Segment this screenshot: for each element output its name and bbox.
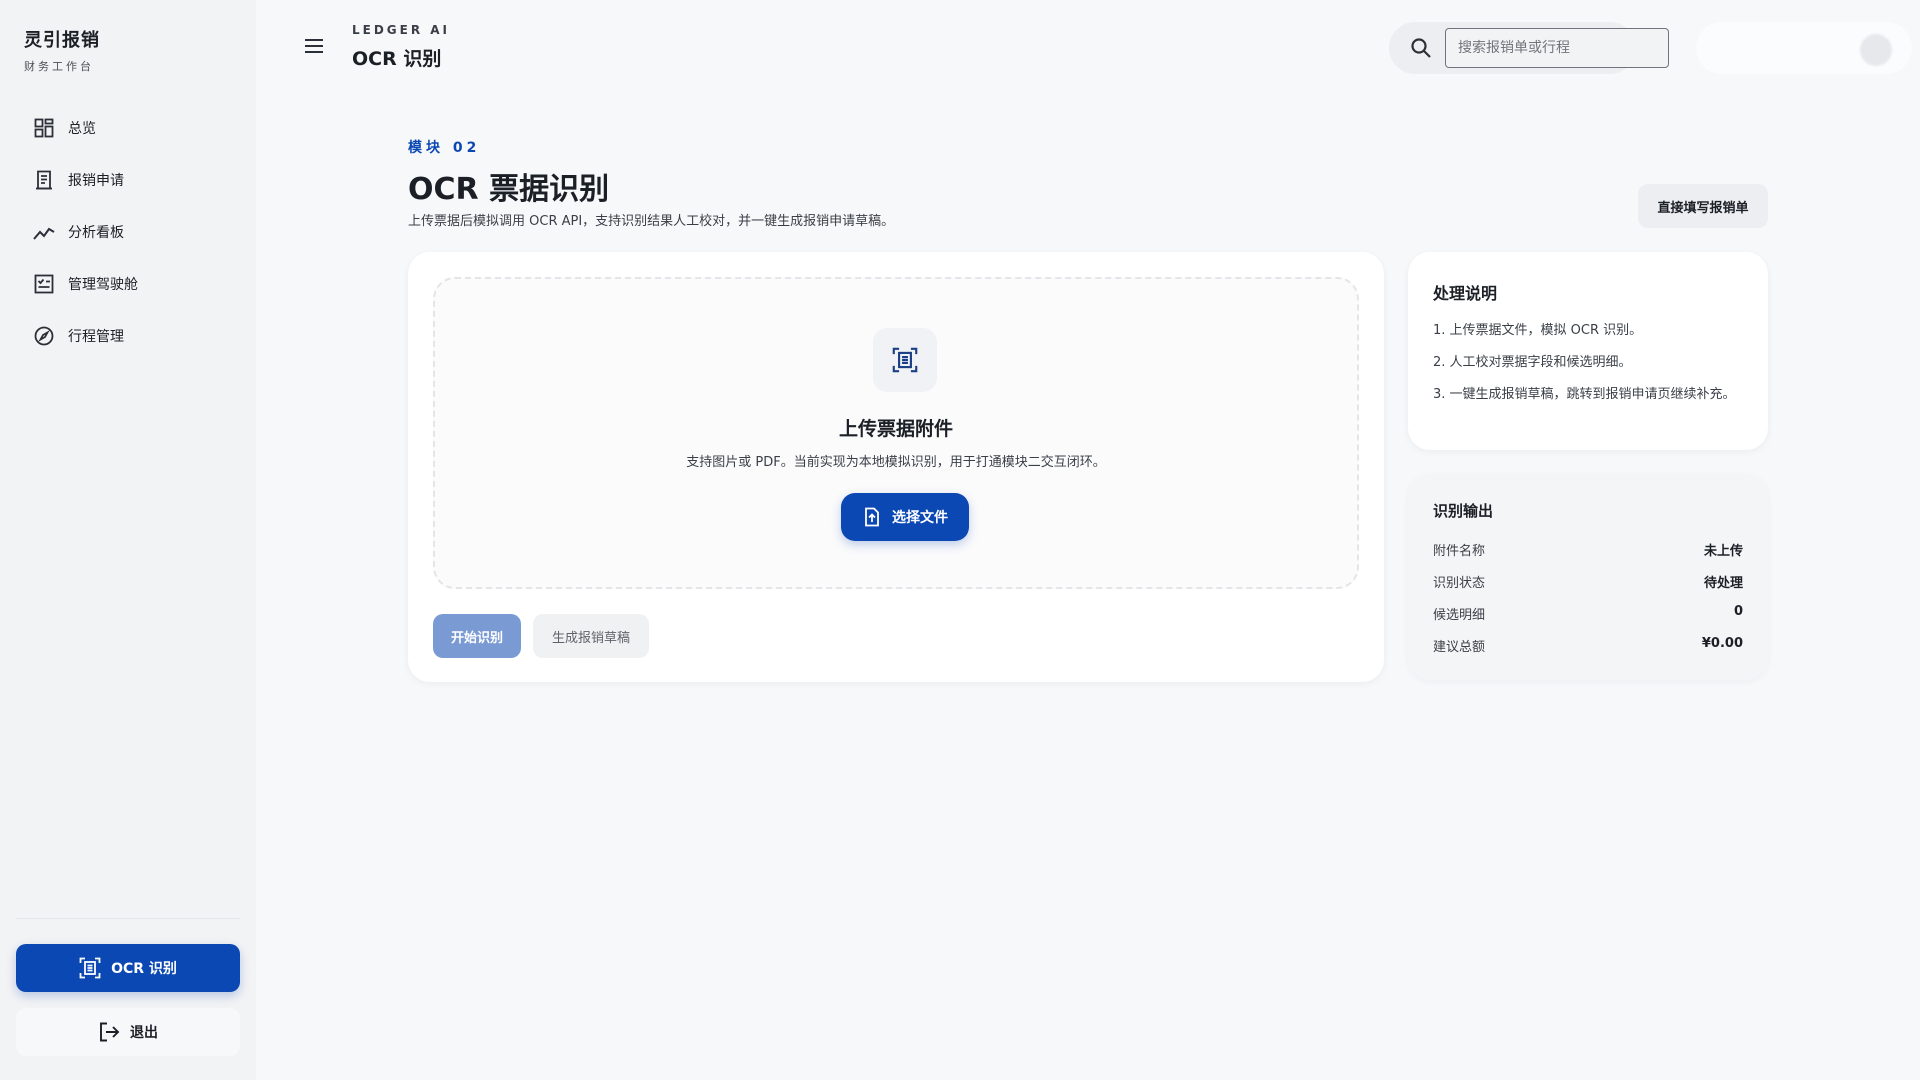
sidebar-item-trips[interactable]: 行程管理 (18, 314, 238, 358)
module-eyebrow: 模块 02 (408, 140, 481, 156)
output-key: 建议总额 (1433, 640, 1486, 655)
brand: 灵引报销 财务工作台 (24, 26, 100, 74)
receipt-icon (32, 168, 56, 192)
logout-button[interactable]: 退出 (16, 1008, 240, 1056)
upload-description: 支持图片或 PDF。当前实现为本地模拟识别，用于打通模块二交互闭环。 (686, 455, 1106, 470)
sidebar-item-label: 行程管理 (68, 329, 124, 345)
dashboard-icon (32, 116, 56, 140)
checklist-icon (32, 272, 56, 296)
brand-title: 灵引报销 (24, 30, 100, 51)
instruction-step: 1. 上传票据文件，模拟 OCR 识别。 (1433, 323, 1643, 338)
upload-title: 上传票据附件 (838, 418, 953, 440)
sidebar-item-label: 报销申请 (68, 173, 124, 189)
instruction-step: 2. 人工校对票据字段和候选明细。 (1433, 355, 1632, 370)
header-title: OCR 识别 (352, 48, 442, 70)
ocr-nav-label: OCR 识别 (111, 961, 177, 977)
menu-icon[interactable] (302, 34, 326, 58)
output-row-total: 建议总额 ¥0.00 (1433, 636, 1743, 655)
sidebar-item-label: 总览 (68, 121, 96, 137)
page-title: OCR 票据识别 (408, 172, 610, 207)
search-input[interactable] (1445, 28, 1669, 68)
compass-icon (32, 324, 56, 348)
sidebar-item-analytics[interactable]: 分析看板 (18, 210, 238, 254)
ocr-nav-button[interactable]: OCR 识别 (16, 944, 240, 992)
output-row-attachment: 附件名称 未上传 (1433, 540, 1743, 559)
page-description: 上传票据后模拟调用 OCR API，支持识别结果人工校对，并一键生成报销申请草稿… (408, 214, 895, 229)
output-card: 识别输出 附件名称 未上传 识别状态 待处理 候选明细 0 建议总额 ¥0.00 (1408, 474, 1768, 680)
logout-icon (98, 1021, 120, 1043)
user-menu[interactable] (1696, 22, 1912, 74)
instruction-step: 3. 一键生成报销草稿，跳转到报销申请页继续补充。 (1433, 387, 1736, 402)
sidebar-item-reimbursement[interactable]: 报销申请 (18, 158, 238, 202)
search-icon[interactable] (1409, 36, 1433, 60)
search-bar (1389, 22, 1669, 74)
output-key: 附件名称 (1433, 544, 1486, 559)
upload-card: 上传票据附件 支持图片或 PDF。当前实现为本地模拟识别，用于打通模块二交互闭环… (408, 252, 1384, 682)
top-header: LEDGER AI OCR 识别 (256, 0, 1920, 92)
instructions-card: 处理说明 1. 上传票据文件，模拟 OCR 识别。 2. 人工校对票据字段和候选… (1408, 252, 1768, 450)
generate-draft-button[interactable]: 生成报销草稿 (533, 614, 649, 658)
fill-form-button[interactable]: 直接填写报销单 (1638, 184, 1768, 228)
choose-file-button[interactable]: 选择文件 (841, 493, 969, 541)
output-row-status: 识别状态 待处理 (1433, 572, 1743, 591)
avatar[interactable] (1860, 34, 1892, 66)
output-value: 未上传 (1703, 544, 1743, 559)
sidebar: 灵引报销 财务工作台 总览 报销申请 分析看板 管理驾驶舱 行程管理 OCR 识… (0, 0, 256, 1080)
output-row-candidates: 候选明细 0 (1433, 604, 1743, 623)
sidebar-item-label: 分析看板 (68, 225, 124, 241)
sidebar-divider (16, 918, 240, 919)
output-key: 候选明细 (1433, 608, 1486, 623)
output-value: ¥0.00 (1701, 636, 1743, 651)
sidebar-nav: 总览 报销申请 分析看板 管理驾驶舱 行程管理 (18, 106, 238, 366)
output-title: 识别输出 (1433, 502, 1494, 520)
choose-file-label: 选择文件 (892, 510, 948, 526)
sidebar-item-overview[interactable]: 总览 (18, 106, 238, 150)
sidebar-item-label: 管理驾驶舱 (68, 277, 138, 293)
output-key: 识别状态 (1433, 576, 1486, 591)
instructions-title: 处理说明 (1433, 284, 1498, 303)
instructions-list: 1. 上传票据文件，模拟 OCR 识别。 2. 人工校对票据字段和候选明细。 3… (1433, 321, 1743, 417)
upload-dropzone[interactable]: 上传票据附件 支持图片或 PDF。当前实现为本地模拟识别，用于打通模块二交互闭环… (433, 277, 1359, 589)
trend-chart-icon (32, 220, 56, 244)
document-scan-icon (79, 957, 101, 979)
header-eyebrow: LEDGER AI (352, 23, 451, 37)
output-value: 待处理 (1703, 576, 1743, 591)
logout-label: 退出 (130, 1025, 158, 1041)
document-scan-icon (873, 328, 937, 392)
sidebar-item-management[interactable]: 管理驾驶舱 (18, 262, 238, 306)
brand-subtitle: 财务工作台 (24, 60, 94, 73)
file-upload-icon (862, 507, 882, 527)
start-recognition-button[interactable]: 开始识别 (433, 614, 521, 658)
output-value: 0 (1733, 604, 1743, 619)
